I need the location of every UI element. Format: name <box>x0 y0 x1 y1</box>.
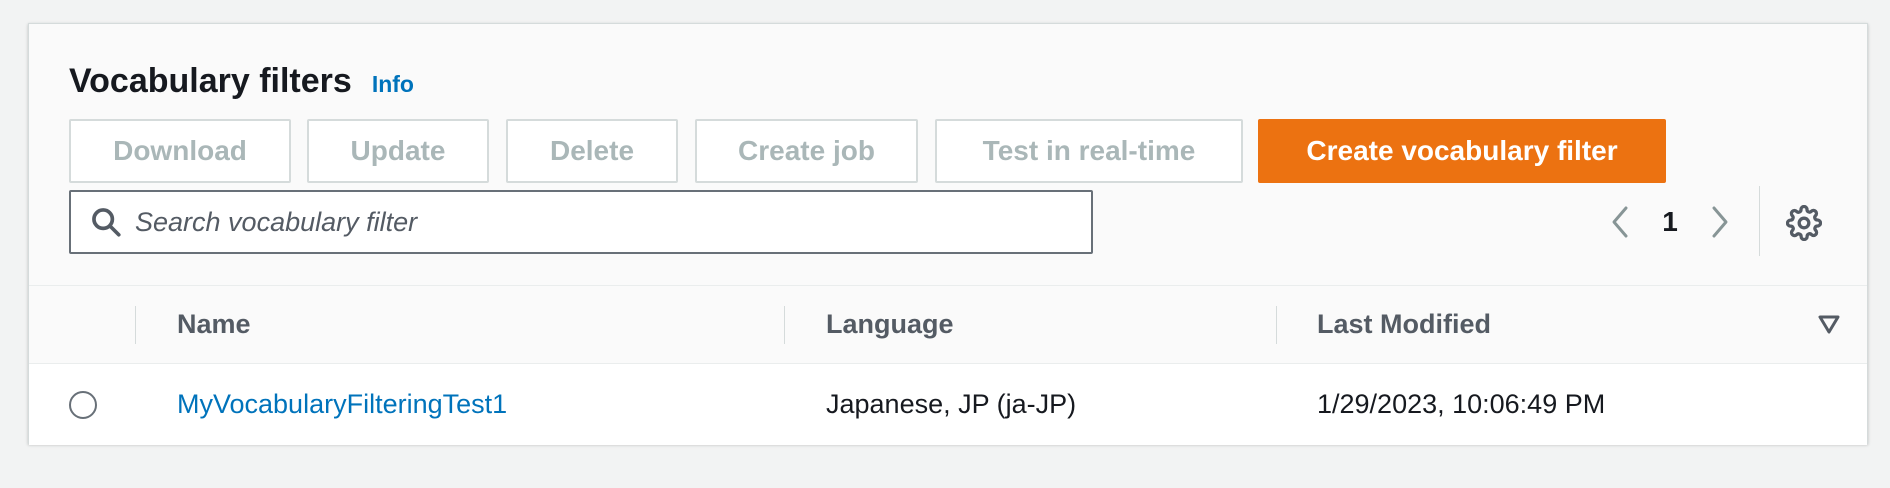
table-body: MyVocabularyFilteringTest1 Japanese, JP … <box>29 364 1867 445</box>
next-page-button[interactable] <box>1693 190 1747 254</box>
update-button[interactable]: Update <box>307 119 489 183</box>
vocabulary-filters-panel: Vocabulary filters Info Download Update … <box>28 23 1868 445</box>
info-link[interactable]: Info <box>372 71 414 98</box>
current-page-number[interactable]: 1 <box>1647 206 1693 238</box>
filter-last-modified: 1/29/2023, 10:06:49 PM <box>1317 389 1606 419</box>
previous-page-button[interactable] <box>1593 190 1647 254</box>
sort-down-icon[interactable] <box>1817 314 1841 336</box>
page-title: Vocabulary filters <box>69 62 352 100</box>
download-button[interactable]: Download <box>69 119 291 183</box>
column-header-name[interactable]: Name <box>177 286 251 363</box>
filter-name-link[interactable]: MyVocabularyFilteringTest1 <box>177 364 507 445</box>
row-select-radio[interactable] <box>69 391 97 419</box>
table-header: Name Language Last Modified <box>29 285 1867 364</box>
column-separator <box>135 306 136 344</box>
column-header-language[interactable]: Language <box>826 286 954 363</box>
create-vocabulary-filter-button[interactable]: Create vocabulary filter <box>1258 119 1666 183</box>
pagination-divider <box>1759 186 1760 256</box>
column-separator <box>1276 306 1277 344</box>
test-real-time-button[interactable]: Test in real-time <box>935 119 1243 183</box>
panel-header: Vocabulary filters Info Download Update … <box>29 24 1867 286</box>
vocabulary-filters-table: Name Language Last Modified MyVocabulary… <box>29 285 1867 445</box>
title-row: Vocabulary filters Info <box>69 62 414 104</box>
column-header-last-modified[interactable]: Last Modified <box>1317 286 1491 363</box>
delete-button[interactable]: Delete <box>506 119 678 183</box>
chevron-left-icon <box>1612 206 1628 238</box>
pagination: 1 <box>1593 190 1747 254</box>
create-job-button[interactable]: Create job <box>695 119 918 183</box>
chevron-right-icon <box>1712 206 1728 238</box>
search-input[interactable] <box>135 194 1035 250</box>
search-icon <box>71 192 135 252</box>
gear-icon <box>1786 205 1822 241</box>
table-row[interactable]: MyVocabularyFilteringTest1 Japanese, JP … <box>29 364 1867 445</box>
preferences-button[interactable] <box>1777 196 1831 250</box>
column-separator <box>784 306 785 344</box>
filter-language: Japanese, JP (ja-JP) <box>826 389 1077 419</box>
search-box <box>69 190 1093 254</box>
